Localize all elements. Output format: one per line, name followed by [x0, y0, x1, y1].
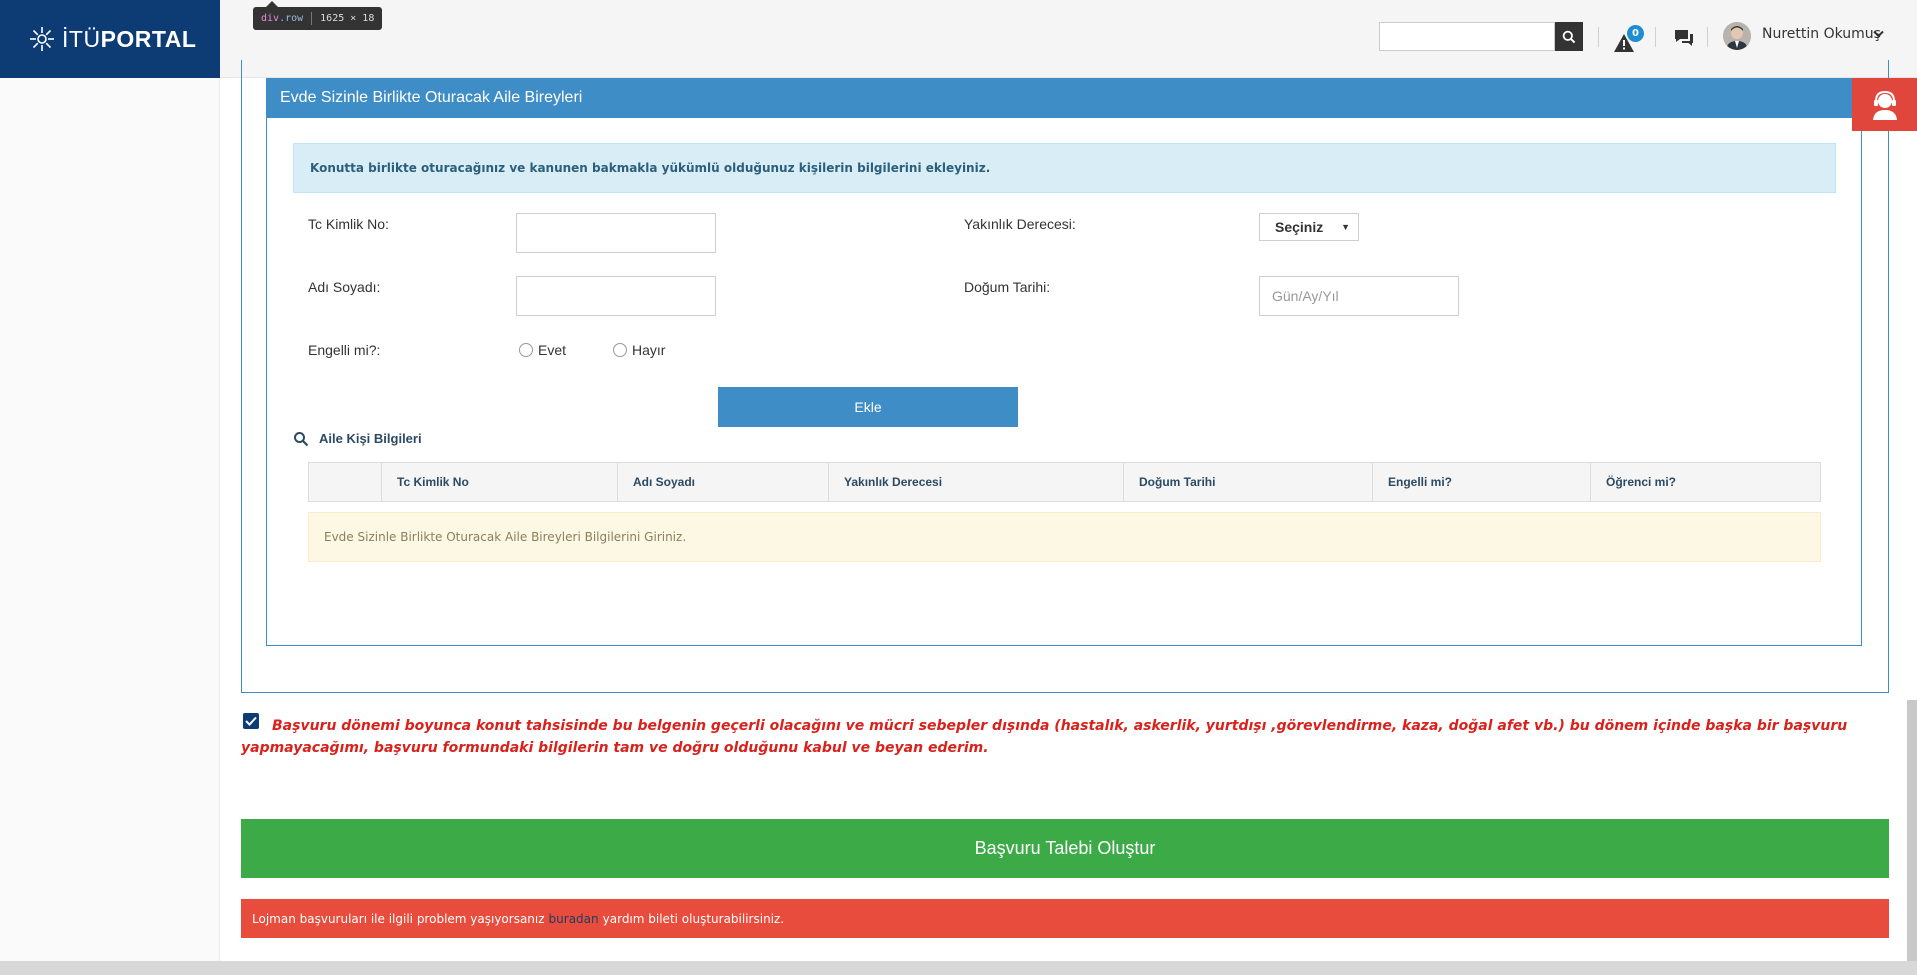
table-header-cell: Doğum Tarihi	[1124, 463, 1373, 501]
support-agent-icon	[1872, 90, 1897, 120]
help-alert: Lojman başvuruları ile ilgili problem ya…	[241, 899, 1889, 938]
search-input[interactable]	[1379, 22, 1555, 51]
notification-button[interactable]: 0	[1613, 25, 1644, 54]
header-divider	[1707, 27, 1708, 47]
table-header-cell: Öğrenci mi?	[1606, 475, 1677, 489]
name-label: Adı Soyadı:	[308, 279, 381, 295]
search-icon	[1562, 30, 1576, 43]
chevron-down-icon[interactable]	[1873, 30, 1884, 38]
logo-text: İTÜPORTAL	[62, 25, 197, 52]
birth-date-input[interactable]	[1259, 276, 1459, 316]
alert-text: Lojman başvuruları ile ilgili problem ya…	[252, 911, 545, 926]
horizontal-scrollbar[interactable]	[0, 961, 1917, 975]
devtools-separator	[311, 12, 313, 25]
relation-select[interactable]: Seçiniz ▼	[1259, 213, 1359, 241]
declaration-checkbox[interactable]	[243, 713, 259, 729]
alert-text: yardım bileti oluşturabilirsiniz.	[602, 911, 785, 926]
messages-button[interactable]	[1673, 28, 1695, 48]
chat-icon	[1675, 30, 1693, 46]
portal-logo[interactable]: İTÜPORTAL	[0, 0, 220, 78]
notification-count-badge: 0	[1627, 25, 1644, 42]
itu-logo-icon	[30, 27, 54, 51]
header-divider	[1598, 27, 1599, 47]
devtools-tag: div	[261, 13, 280, 24]
user-photo-icon	[1723, 22, 1751, 50]
disabled-yes-radio[interactable]	[519, 343, 533, 357]
birth-date-label: Doğum Tarihi:	[964, 279, 1051, 295]
vertical-scrollbar[interactable]	[1907, 700, 1917, 961]
add-family-member-button[interactable]: Ekle	[718, 387, 1018, 427]
select-arrow-icon: ▼	[1341, 222, 1350, 232]
info-message: Konutta birlikte oturacağınız ve kanunen…	[293, 143, 1836, 193]
name-input[interactable]	[516, 276, 716, 316]
devtools-class: .row	[279, 13, 304, 24]
disabled-no-label[interactable]: Hayır	[632, 342, 665, 358]
tc-label: Tc Kimlik No:	[308, 216, 389, 232]
search-icon	[294, 432, 309, 447]
declaration-text: Başvuru dönemi boyunca konut tahsisinde …	[241, 718, 1848, 756]
header-divider	[1655, 27, 1656, 47]
create-application-button[interactable]: Başvuru Talebi Oluştur	[241, 819, 1889, 878]
relation-label: Yakınlık Derecesi:	[964, 216, 1076, 232]
table-header-cell: Tc Kimlik No	[382, 463, 618, 501]
search-box	[1379, 22, 1583, 51]
table-header-cell: Adı Soyadı	[618, 463, 829, 501]
panel-title: Evde Sizinle Birlikte Oturacak Aile Bire…	[266, 78, 1852, 118]
family-table-title: Aile Kişi Bilgileri	[319, 431, 422, 446]
table-header-cell	[309, 463, 382, 501]
left-sidebar	[0, 78, 220, 975]
table-empty-message: Evde Sizinle Birlikte Oturacak Aile Bire…	[308, 512, 1821, 562]
devtools-size: 1625 × 18	[320, 13, 375, 24]
devtools-tooltip: div .row 1625 × 18	[253, 7, 383, 30]
family-table-header: Tc Kimlik No Adı Soyadı Yakınlık Dereces…	[308, 462, 1821, 502]
support-button[interactable]	[1852, 78, 1917, 131]
table-header-cell: Yakınlık Derecesi	[829, 463, 1124, 501]
checkmark-icon	[245, 716, 257, 726]
table-header-cell: Engelli mi?	[1373, 463, 1591, 501]
search-button[interactable]	[1555, 22, 1583, 51]
relation-selected-value: Seçiniz	[1275, 219, 1324, 235]
disabled-no-radio[interactable]	[613, 343, 627, 357]
disabled-yes-label[interactable]: Evet	[538, 342, 566, 358]
disabled-label: Engelli mi?:	[308, 342, 381, 358]
user-avatar[interactable]	[1723, 22, 1751, 50]
help-ticket-link[interactable]: buradan	[549, 912, 599, 926]
user-name[interactable]: Nurettin Okumuş	[1762, 26, 1881, 42]
tc-input[interactable]	[516, 213, 716, 253]
